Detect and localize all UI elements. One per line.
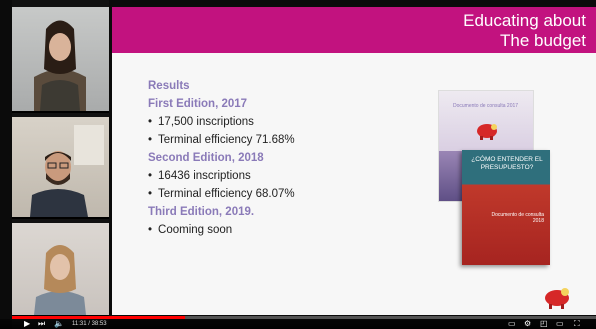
slide-content: Results First Edition, 2017 17,500 inscr… <box>148 80 408 242</box>
volume-icon[interactable]: 🔈 <box>54 319 64 329</box>
bullet-item: Cooming soon <box>148 224 408 236</box>
slide-title-banner: Educating about The budget <box>112 7 596 53</box>
slide-title-line-1: Educating about <box>463 11 586 30</box>
play-icon[interactable]: ▶ <box>24 319 30 329</box>
participants-panel <box>12 0 109 329</box>
bullet-item: Terminal efficiency 71.68% <box>148 134 408 146</box>
edition-heading: Second Edition, 2018 <box>148 152 264 164</box>
piggy-bank-icon <box>477 124 497 140</box>
booklet-2018-title: ¿CÓMO ENTENDER EL PRESUPUESTO? <box>471 156 543 171</box>
bullet-item: Terminal efficiency 68.07% <box>148 188 408 200</box>
edition-heading: Third Edition, 2019. <box>148 206 255 218</box>
mascot-logo-icon <box>545 288 569 309</box>
subtitles-icon[interactable]: ▭ <box>508 319 516 329</box>
fullscreen-icon[interactable]: ⛶ <box>574 319 580 329</box>
participant-video-2 <box>12 117 109 219</box>
participant-2-image <box>30 125 104 217</box>
presentation-slide: Educating about The budget Results First… <box>112 7 596 315</box>
slide-title-line-2: The budget <box>499 31 586 50</box>
slide-title: Educating about The budget <box>386 11 586 51</box>
results-heading: Results <box>148 80 190 92</box>
bullet-item: 16436 inscriptions <box>148 170 408 182</box>
theater-mode-icon[interactable]: ▭ <box>556 319 564 329</box>
booklet-2018-subtitle: Documento de consulta 2018 <box>491 212 544 224</box>
miniplayer-icon[interactable]: ◰ <box>540 319 548 329</box>
bullet-item: 17,500 inscriptions <box>148 116 408 128</box>
edition-heading: First Edition, 2017 <box>148 98 248 110</box>
participant-video-1 <box>12 7 109 113</box>
booklet-cover-2018: ¿CÓMO ENTENDER EL PRESUPUESTO? Documento… <box>462 150 550 265</box>
settings-icon[interactable]: ⚙ <box>524 319 531 329</box>
time-display: 11:31 / 38:53 <box>72 321 107 327</box>
booklet-2017-title: Documento de consulta 2017 <box>453 103 519 109</box>
participant-video-3 <box>12 223 109 317</box>
participant-1-image <box>34 20 86 111</box>
player-controls: ▶ ⏭ 🔈 11:31 / 38:53 ▭ ⚙ ◰ ▭ ⛶ <box>0 319 596 329</box>
video-player[interactable]: Educating about The budget Results First… <box>0 0 596 329</box>
participant-3-image <box>34 245 86 315</box>
next-icon[interactable]: ⏭ <box>38 319 45 329</box>
